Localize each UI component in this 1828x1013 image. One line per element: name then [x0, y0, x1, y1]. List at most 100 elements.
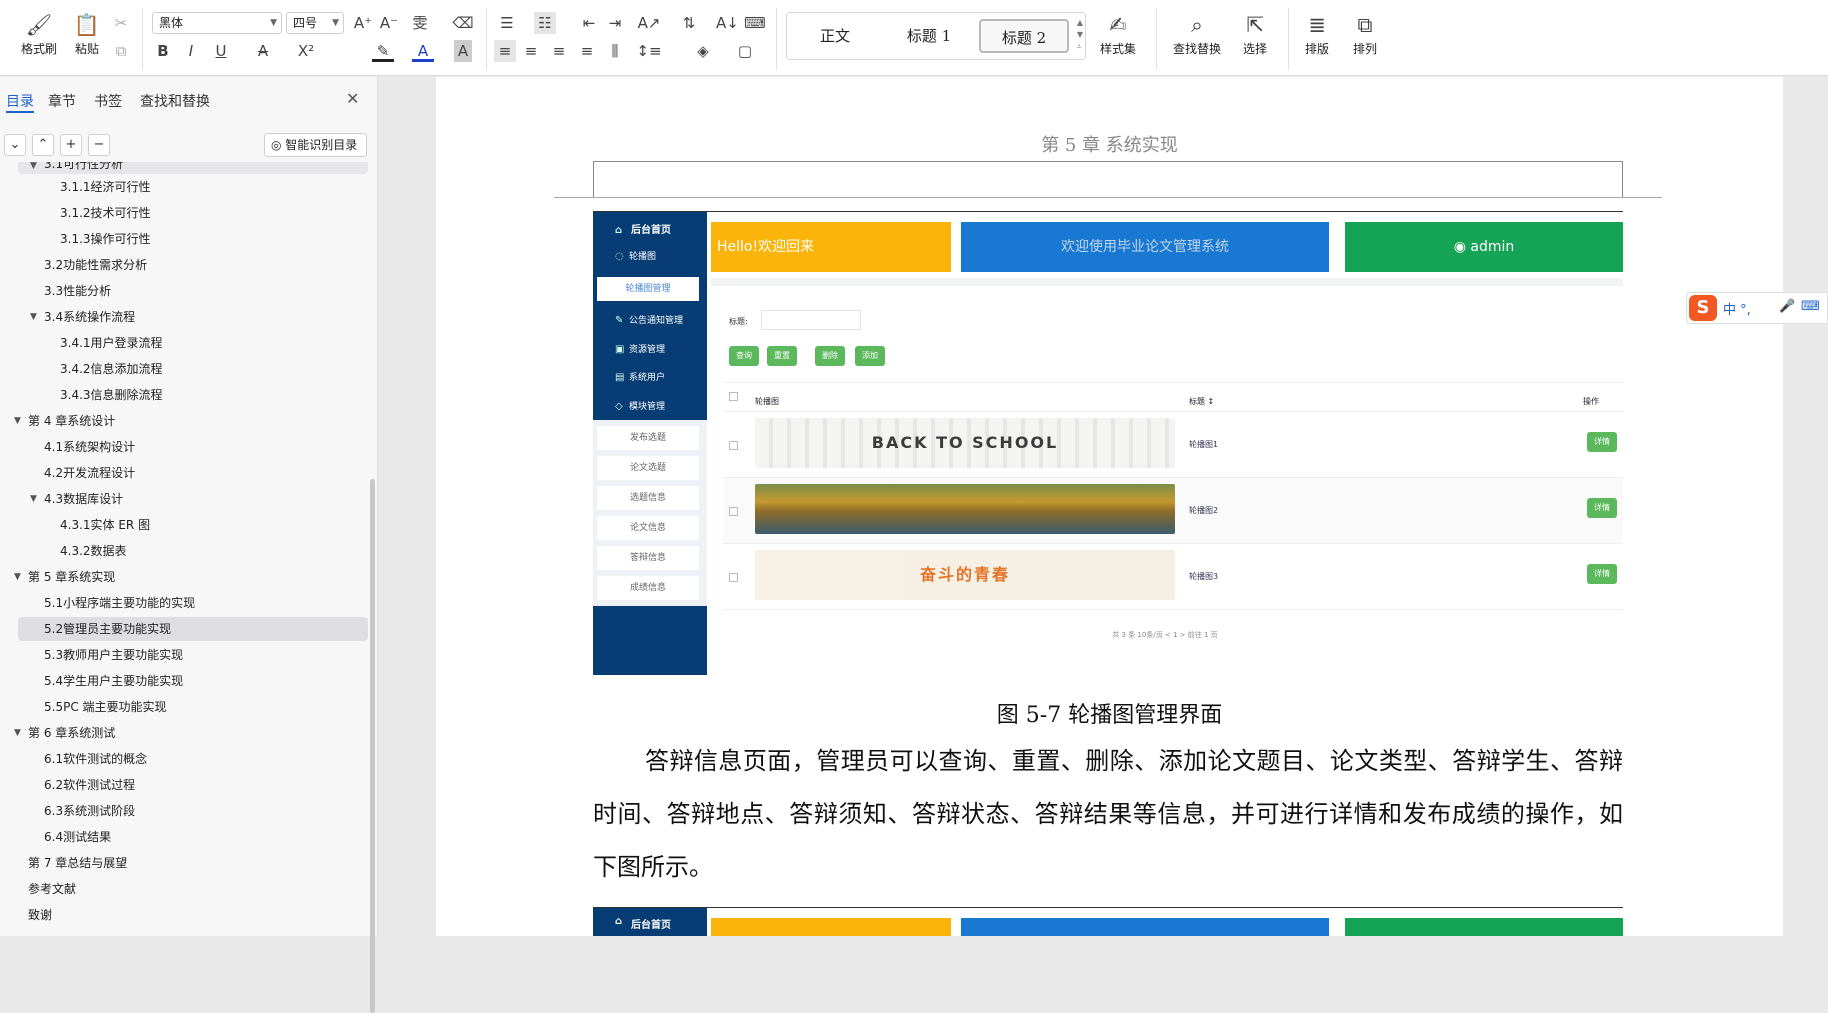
show-marks-button[interactable]: ⌨	[744, 12, 766, 34]
typeset-button[interactable]: ≣ 排版	[1292, 10, 1342, 66]
style-scroll-icon[interactable]: ▲ ▼ ⩡	[1077, 17, 1083, 53]
chevron-down-icon: ⌄	[9, 137, 21, 152]
justify-button[interactable]: ≡	[576, 40, 598, 62]
strike-button[interactable]: A	[252, 40, 274, 62]
align-left-button[interactable]: ≡	[494, 40, 516, 62]
style-set-button[interactable]: ✍ 样式集	[1090, 10, 1146, 66]
text-direction-button[interactable]: A↗	[636, 12, 662, 34]
toc-item[interactable]: 3.4.3信息删除流程	[18, 383, 368, 407]
toc-item[interactable]: 3.1.2技术可行性	[18, 201, 368, 225]
toc-item[interactable]: 3.4系统操作流程	[18, 305, 368, 329]
toc-item[interactable]: 4.3.2数据表	[18, 539, 368, 563]
sort-az-button[interactable]: A↓	[716, 12, 739, 34]
italic-button[interactable]: I	[180, 40, 202, 62]
char-shading-button[interactable]: A	[454, 40, 472, 62]
expand-triangle-icon[interactable]: ▼	[30, 312, 37, 322]
align-center-button[interactable]: ≡	[520, 40, 542, 62]
panel-scrollbar[interactable]	[370, 479, 375, 1013]
expand-button[interactable]: ⌄	[4, 134, 26, 156]
decrease-indent-button[interactable]: ⇤	[578, 12, 600, 34]
toc-item[interactable]: 第 7 章总结与展望	[18, 851, 368, 875]
find-replace-button[interactable]: ⌕ 查找替换	[1166, 10, 1228, 66]
toc-item[interactable]: 3.3性能分析	[18, 279, 368, 303]
toc-item[interactable]: 5.1小程序端主要功能的实现	[18, 591, 368, 615]
toc-item[interactable]: 4.1系统架构设计	[18, 435, 368, 459]
toc-item[interactable]: 4.2开发流程设计	[18, 461, 368, 485]
tab-bookmarks[interactable]: 书签	[94, 91, 122, 111]
toc-item[interactable]: 6.3系统测试阶段	[18, 799, 368, 823]
underline-button[interactable]: U	[210, 40, 232, 62]
toc-item[interactable]: 3.2功能性需求分析	[18, 253, 368, 277]
numbered-list-button[interactable]: ☷	[534, 12, 556, 34]
copy-button[interactable]: ⧉	[110, 40, 132, 62]
ime-toolbar[interactable]: S 中 °, 🎤 ⌨	[1686, 292, 1828, 324]
shrink-font-button[interactable]: A⁻	[378, 12, 400, 34]
toc-item[interactable]: 3.1.1经济可行性	[18, 175, 368, 199]
font-name-select[interactable]: 黑体 ▼	[152, 12, 282, 34]
toc-item[interactable]: 3.1.3操作可行性	[18, 227, 368, 251]
figure-screenshot: ⌂ 后台首页 ◌ 轮播图 轮播图管理 ✎ 公告通知管理 ▣ 资源管理 ▤ 系统用户 ◇ 模块…	[593, 211, 1623, 675]
cut-button[interactable]: ✂	[110, 12, 132, 34]
arrange-button[interactable]: ⧉ 排列	[1340, 10, 1390, 66]
toc-item[interactable]: 参考文献	[18, 877, 368, 901]
paste-button[interactable]: 📋 粘贴	[62, 10, 112, 66]
toc-item[interactable]: 4.3.1实体 ER 图	[18, 513, 368, 537]
page: 第 5 章 系统实现 ⌂ 后台首页 ◌ 轮播图 轮播图管理 ✎ 公告通知管理 ▣ 资源管…	[436, 77, 1783, 936]
toc-item[interactable]: 6.2软件测试过程	[18, 773, 368, 797]
expand-triangle-icon[interactable]: ▼	[14, 728, 21, 738]
toc-item[interactable]: 5.2管理员主要功能实现	[18, 617, 368, 641]
smart-icon: ◎	[271, 138, 286, 152]
toc-item[interactable]: 第 5 章系统实现	[18, 565, 368, 589]
toc-item[interactable]: 6.1软件测试的概念	[18, 747, 368, 771]
expand-triangle-icon[interactable]: ▼	[14, 416, 21, 426]
bold-button[interactable]: B	[152, 40, 174, 62]
tab-chapters[interactable]: 章节	[48, 91, 76, 111]
expand-triangle-icon[interactable]: ▼	[30, 161, 37, 171]
phonetic-button[interactable]: 雯	[406, 12, 434, 34]
remove-heading-button[interactable]: −	[88, 134, 110, 156]
expand-triangle-icon[interactable]: ▼	[14, 572, 21, 582]
style-heading-2[interactable]: 标题 2	[979, 19, 1069, 53]
align-right-button[interactable]: ≡	[548, 40, 570, 62]
tab-toc[interactable]: 目录	[6, 91, 34, 113]
toc-item[interactable]: 5.4学生用户主要功能实现	[18, 669, 368, 693]
collapse-button[interactable]: ⌃	[32, 134, 54, 156]
increase-indent-button[interactable]: ⇥	[604, 12, 626, 34]
distribute-button[interactable]: ⫼	[604, 40, 626, 62]
line-spacing-button[interactable]: ↕≡	[636, 40, 662, 62]
shading-button[interactable]: ◈	[692, 40, 714, 62]
grow-font-button[interactable]: A⁺	[352, 12, 374, 34]
smart-toc-button[interactable]: ◎ 智能识别目录	[264, 133, 367, 157]
style-normal[interactable]: 正文	[793, 19, 877, 53]
add-heading-button[interactable]: +	[60, 134, 82, 156]
toc-item[interactable]: 4.3数据库设计	[18, 487, 368, 511]
style-heading-1[interactable]: 标题 1	[883, 19, 975, 53]
border-button[interactable]: ▢	[734, 40, 756, 62]
sort-button[interactable]: ⇅	[678, 12, 700, 34]
tab-find-replace[interactable]: 查找和替换	[140, 91, 210, 111]
toc-item[interactable]: 3.4.1用户登录流程	[18, 331, 368, 355]
home-icon: ⌂	[615, 916, 623, 927]
bullet-list-button[interactable]: ☰	[496, 12, 518, 34]
expand-triangle-icon[interactable]: ▼	[30, 494, 37, 504]
highlight-button[interactable]: ✎	[372, 40, 394, 62]
detail-button: 详情	[1587, 564, 1617, 584]
toc-item[interactable]: 5.5PC 端主要功能实现	[18, 695, 368, 719]
close-icon[interactable]: ✕	[346, 89, 359, 108]
clear-format-button[interactable]: ⌫	[452, 12, 474, 34]
toc-item[interactable]: 3.4.2信息添加流程	[18, 357, 368, 381]
select-button[interactable]: ⇱ 选择	[1230, 10, 1280, 66]
superscript-button[interactable]: X²	[292, 40, 320, 62]
toc-item[interactable]: 致谢	[18, 903, 368, 927]
font-color-button[interactable]: A	[412, 40, 434, 62]
toc-item[interactable]: 5.3教师用户主要功能实现	[18, 643, 368, 667]
avatar-icon: ◉	[1453, 239, 1471, 255]
format-painter-button[interactable]: 🖌 格式刷	[14, 10, 64, 66]
ime-mode: 中 °,	[1723, 303, 1751, 318]
toc-item[interactable]: 6.4测试结果	[18, 825, 368, 849]
toc-item[interactable]: 3.1可行性分析	[18, 162, 368, 174]
align-right-icon: ≡	[552, 42, 566, 60]
font-size-select[interactable]: 四号 ▼	[286, 12, 344, 34]
toc-item[interactable]: 第 6 章系统测试	[18, 721, 368, 745]
toc-item[interactable]: 第 4 章系统设计	[18, 409, 368, 433]
